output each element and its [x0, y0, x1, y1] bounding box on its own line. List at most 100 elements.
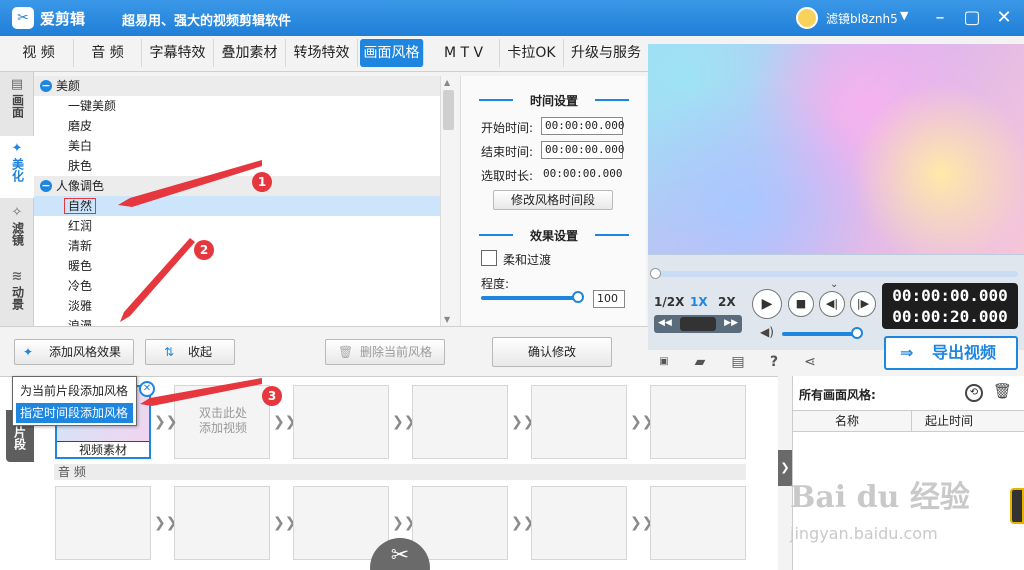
film-icon: ▤ — [10, 77, 24, 92]
save-icon[interactable]: ▤ — [728, 352, 748, 372]
minimize-icon[interactable]: – — [926, 4, 954, 32]
volume-slider[interactable] — [782, 332, 858, 336]
share-icon[interactable]: ⋖ — [800, 352, 820, 372]
audio-slot[interactable] — [412, 486, 508, 560]
soft-transition-checkbox[interactable] — [481, 250, 497, 266]
fast-forward-icon[interactable]: ▶▶ — [724, 318, 738, 328]
tab-karaoke[interactable]: 卡拉OK — [500, 39, 564, 67]
empty-slot[interactable] — [531, 385, 627, 459]
export-video-button[interactable]: ⇒ 导出视频 — [884, 336, 1018, 370]
collapse-button[interactable]: ⇅ 收起 — [145, 339, 235, 365]
list-item[interactable]: 肤色 — [34, 156, 440, 176]
shuttle-dial[interactable]: ◀◀ ▶▶ — [654, 315, 742, 333]
open-folder-icon[interactable]: ▰ — [690, 352, 710, 372]
empty-slot[interactable]: 双击此处 添加视频 — [174, 385, 270, 459]
volume-knob[interactable] — [851, 327, 863, 339]
group-beauty[interactable]: − 美颜 — [34, 76, 440, 96]
close-window-icon[interactable]: ✕ — [990, 4, 1018, 32]
username[interactable]: 滤镜bl8znh5 — [826, 10, 898, 27]
add-style-effect-button[interactable]: ✦ 添加风格效果 — [14, 339, 134, 365]
list-item[interactable]: 磨皮 — [34, 116, 440, 136]
help-icon[interactable]: ? — [764, 352, 784, 372]
list-item[interactable]: 暖色 — [34, 256, 440, 276]
tab-transition[interactable]: 转场特效 — [286, 39, 358, 67]
scroll-down-icon[interactable]: ▼ — [444, 315, 450, 324]
style-list-scrollbar[interactable]: ▲ ▼ — [440, 76, 456, 326]
remove-clip-icon[interactable]: ✕ — [139, 381, 155, 397]
stop-button[interactable]: ■ — [788, 291, 814, 317]
audio-slot[interactable] — [531, 486, 627, 560]
group-portrait-color[interactable]: − 人像调色 — [34, 176, 440, 196]
scroll-thumb[interactable] — [443, 90, 454, 130]
add-style-to-current-clip[interactable]: 为当前片段添加风格 — [16, 381, 133, 401]
trash-icon[interactable]: 🗑 — [993, 382, 1012, 400]
chevron-down-icon[interactable]: ⌄ — [830, 279, 838, 290]
modify-time-button[interactable]: 修改风格时间段 — [493, 190, 613, 210]
tab-subtitle-effects[interactable]: 字幕特效 — [142, 39, 214, 67]
list-item[interactable]: 浪漫 — [34, 316, 440, 326]
volume-icon[interactable]: ◀) — [760, 325, 774, 339]
avatar[interactable] — [796, 7, 818, 29]
degree-slider[interactable] — [481, 296, 579, 300]
audio-track-header: 音 频 — [54, 464, 746, 480]
speed-1x[interactable]: 1X — [690, 295, 708, 309]
watermark-url: jingyan.baidu.com — [790, 524, 938, 543]
chevron-right-icon: ❯❯ — [154, 515, 178, 531]
empty-slot[interactable] — [412, 385, 508, 459]
list-item[interactable]: 淡雅 — [34, 296, 440, 316]
new-project-icon[interactable]: ▣ — [654, 352, 674, 372]
undo-icon[interactable]: ⟲ — [965, 384, 983, 402]
degree-value-input[interactable]: 100 — [593, 290, 625, 308]
sidetab-picture[interactable]: ▤ 画面 — [0, 72, 34, 134]
title-bar: ✂ 爱剪辑 超易用、强大的视频剪辑软件 滤镜bl8znh5 ▼ – ▢ ✕ — [0, 0, 1024, 36]
confirm-button[interactable]: 确认修改 — [492, 337, 612, 367]
collapse-icon[interactable]: − — [40, 180, 52, 192]
speed-2x[interactable]: 2X — [718, 295, 736, 309]
video-preview[interactable] — [648, 44, 1024, 254]
user-menu-caret-icon[interactable]: ▼ — [900, 9, 908, 22]
end-time-label: 结束时间: — [481, 145, 534, 159]
list-item[interactable]: 冷色 — [34, 276, 440, 296]
chevron-right-icon: ❯❯ — [273, 515, 297, 531]
play-button[interactable]: ▶ — [752, 289, 782, 319]
playback-knob[interactable] — [650, 268, 661, 279]
tab-audio[interactable]: 音 频 — [74, 39, 142, 67]
delete-style-button[interactable]: 🗑 删除当前风格 — [325, 339, 445, 365]
effect-settings-title: 效果设置 — [461, 227, 647, 244]
maximize-icon[interactable]: ▢ — [958, 4, 986, 32]
degree-slider-knob[interactable] — [572, 291, 584, 303]
list-item[interactable]: 清新 — [34, 236, 440, 256]
list-item[interactable]: 美白 — [34, 136, 440, 156]
prev-frame-button[interactable]: ◀| — [819, 291, 845, 317]
rewind-icon[interactable]: ◀◀ — [658, 318, 672, 328]
list-item[interactable]: 一键美颜 — [34, 96, 440, 116]
audio-slot[interactable] — [174, 486, 270, 560]
all-styles-title: 所有画面风格: — [799, 388, 876, 402]
speed-half[interactable]: 1/2X — [654, 295, 684, 309]
tab-video[interactable]: 视 频 — [4, 39, 74, 67]
audio-slot[interactable] — [55, 486, 151, 560]
sidetab-beautify[interactable]: ✦ 美化 — [0, 136, 34, 198]
audio-slot[interactable] — [650, 486, 746, 560]
add-style-to-time-range[interactable]: 指定时间段添加风格 — [16, 403, 133, 423]
empty-slot[interactable] — [293, 385, 389, 459]
start-time-input[interactable]: 00:00:00.000 — [541, 117, 624, 135]
tab-upgrade[interactable]: 升级与服务 — [564, 39, 648, 67]
jog-wheel[interactable] — [680, 317, 716, 331]
scroll-up-icon[interactable]: ▲ — [444, 78, 450, 87]
settings-panel: 时间设置 开始时间: 00:00:00.000 结束时间: 00:00:00.0… — [460, 76, 646, 326]
sidetab-filter[interactable]: ✧ 滤镜 — [0, 200, 34, 262]
tab-picture-style[interactable]: 画面风格 — [360, 39, 424, 67]
tab-overlay[interactable]: 叠加素材 — [214, 39, 286, 67]
next-frame-button[interactable]: |▶ — [850, 291, 876, 317]
empty-slot[interactable] — [650, 385, 746, 459]
tab-mtv[interactable]: M T V — [428, 39, 500, 67]
sidetab-motion[interactable]: ≋ 动景 — [0, 264, 34, 326]
playback-progress[interactable] — [654, 271, 1018, 277]
collapse-icon[interactable]: − — [40, 80, 52, 92]
end-time-input[interactable]: 00:00:00.000 — [541, 141, 624, 159]
audio-slot[interactable] — [293, 486, 389, 560]
list-item[interactable]: 红润 — [34, 216, 440, 236]
chevron-right-icon: ❯❯ — [392, 414, 416, 430]
list-item-natural[interactable]: 自然 — [34, 196, 440, 216]
